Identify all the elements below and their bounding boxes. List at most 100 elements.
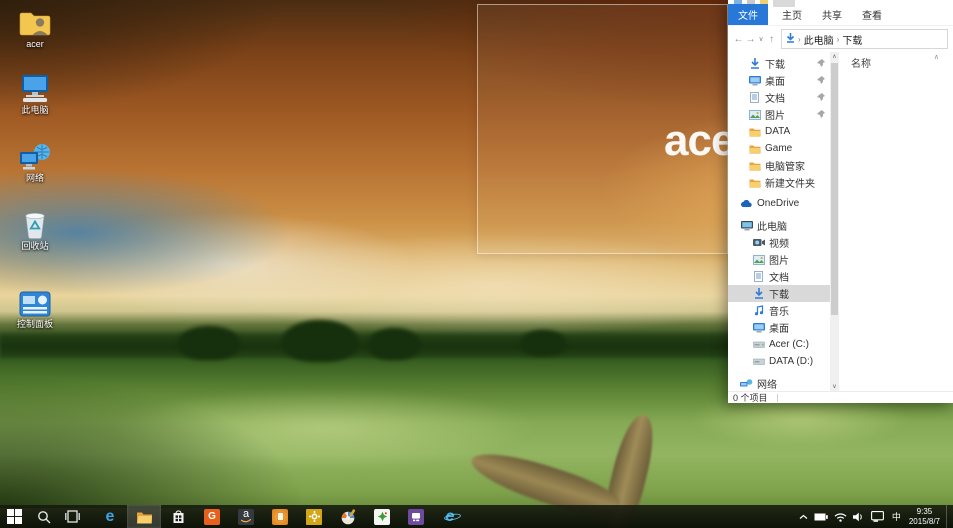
sidebar-item-desktop[interactable]: 桌面 — [728, 319, 830, 336]
taskbar-file-explorer[interactable] — [127, 505, 161, 528]
sidebar-item-pictures[interactable]: 图片 — [728, 251, 830, 268]
sidebar-item-data-folder[interactable]: DATA — [728, 123, 830, 140]
desktop-icon-recycle-bin[interactable]: 回收站 — [2, 208, 68, 252]
document-icon — [748, 92, 761, 103]
wallpaper-tree — [368, 328, 420, 360]
volume-icon[interactable] — [853, 512, 865, 522]
status-bar: 0 个项目 — [728, 391, 953, 403]
sidebar-item-game-folder[interactable]: Game — [728, 140, 830, 157]
wallpaper-tree — [178, 326, 240, 360]
pin-icon — [817, 93, 825, 104]
sidebar-item-documents[interactable]: 文档 — [728, 268, 830, 285]
taskbar-edge[interactable]: e — [93, 505, 127, 528]
sidebar-item-network[interactable]: 网络 — [728, 375, 830, 391]
sidebar-item-drive-d[interactable]: DATA (D:) — [728, 353, 830, 370]
taskbar-paint-app[interactable] — [331, 505, 365, 528]
clock-date: 2015/8/7 — [909, 517, 940, 527]
crumb-separator: › — [837, 35, 840, 44]
sidebar-item-downloads-pinned[interactable]: 下载 — [728, 55, 830, 72]
taskbar-office-app[interactable] — [399, 505, 433, 528]
scroll-down-icon[interactable]: ∨ — [830, 383, 839, 390]
sidebar-item-music[interactable]: 音乐 — [728, 302, 830, 319]
hidden-icons-chevron-icon[interactable] — [799, 514, 808, 520]
sidebar-item-pictures-pinned[interactable]: 图片 — [728, 106, 830, 123]
sidebar-item-documents-pinned[interactable]: 文档 — [728, 89, 830, 106]
desktop-icon-control-panel[interactable]: 控制面板 — [2, 286, 68, 330]
recycle-bin-icon — [2, 208, 68, 240]
taskbar-orange-g-app[interactable]: G — [195, 505, 229, 528]
file-list-pane[interactable]: 名称 ∧ — [839, 52, 953, 391]
sidebar-item-onedrive[interactable]: OneDrive — [728, 195, 830, 212]
sidebar-item-downloads-selected[interactable]: 下载 — [728, 285, 830, 302]
taskbar-internet-explorer[interactable]: e — [433, 505, 467, 528]
items-count: 0 个项目 — [733, 391, 768, 404]
desktop[interactable]: acer acer 此电脑 网络 回收站 控制面板 — [0, 0, 953, 528]
music-note-icon — [752, 305, 765, 316]
tab-view[interactable]: 查看 — [852, 4, 892, 25]
ime-indicator[interactable]: 中 — [890, 509, 903, 524]
paint-palette-icon — [340, 509, 357, 525]
breadcrumb-downloads[interactable]: 下载 — [842, 32, 862, 47]
show-desktop-button[interactable] — [946, 505, 950, 528]
navigation-bar: ← → ∨ ↑ › 此电脑 › 下载 — [728, 26, 953, 52]
task-view-button[interactable] — [58, 505, 87, 528]
desktop-icon-acer[interactable]: acer — [2, 6, 68, 50]
control-panel-icon — [2, 286, 68, 318]
drive-icon — [752, 341, 765, 349]
start-button[interactable] — [0, 505, 29, 528]
desktop-icon — [752, 323, 765, 333]
taskbar: e G a — [0, 505, 953, 528]
scrollbar-thumb[interactable] — [831, 63, 838, 315]
desktop-icon-network[interactable]: 网络 — [2, 140, 68, 184]
network-icon — [2, 140, 68, 172]
taskbar-store[interactable] — [161, 505, 195, 528]
internet-explorer-icon: e — [446, 509, 455, 525]
desktop-icon-this-pc[interactable]: 此电脑 — [2, 72, 68, 116]
sidebar-item-drive-c[interactable]: Acer (C:) — [728, 336, 830, 353]
breadcrumb-this-pc[interactable]: 此电脑 — [804, 32, 834, 47]
sidebar-item-this-pc[interactable]: 此电脑 — [728, 217, 830, 234]
wifi-icon[interactable] — [834, 512, 847, 522]
scroll-up-icon[interactable]: ∧ — [830, 53, 839, 60]
tab-file[interactable]: 文件 — [728, 4, 768, 25]
folder-icon — [748, 178, 761, 188]
file-explorer-window: 文件 主页 共享 查看 ← → ∨ ↑ › 此电脑 › 下载 下载 — [728, 0, 953, 403]
sidebar-item-new-folder[interactable]: 新建文件夹 — [728, 174, 830, 191]
taskbar-security-app[interactable] — [263, 505, 297, 528]
search-button[interactable] — [29, 505, 58, 528]
tab-home[interactable]: 主页 — [772, 4, 812, 25]
forward-icon[interactable]: → — [745, 34, 756, 45]
sidebar-scrollbar[interactable]: ∧ ∨ — [830, 52, 839, 391]
store-icon — [172, 509, 185, 524]
this-pc-icon — [2, 72, 68, 104]
status-divider — [777, 394, 778, 402]
sort-chevron-icon[interactable]: ∧ — [934, 53, 939, 61]
taskbar-settings-app[interactable] — [297, 505, 331, 528]
desktop-icon-label: 网络 — [2, 174, 68, 184]
video-icon — [752, 238, 765, 247]
sidebar-item-videos[interactable]: 视频 — [728, 234, 830, 251]
back-icon[interactable]: ← — [733, 34, 744, 45]
ghost-window-outline — [477, 4, 728, 254]
pin-icon — [817, 76, 825, 87]
task-view-icon — [65, 510, 80, 523]
file-explorer-icon — [136, 510, 153, 524]
battery-icon[interactable] — [814, 513, 828, 521]
edge-icon: e — [106, 509, 115, 525]
sidebar-item-desktop-pinned[interactable]: 桌面 — [728, 72, 830, 89]
amazon-icon: a — [238, 509, 254, 525]
history-chevron-icon[interactable]: ∨ — [757, 35, 765, 43]
action-center-icon[interactable] — [871, 511, 884, 522]
ribbon-tabs: 文件 主页 共享 查看 — [728, 7, 953, 26]
folder-icon — [748, 144, 761, 154]
network-icon — [740, 379, 753, 388]
tab-share[interactable]: 共享 — [812, 4, 852, 25]
sidebar-item-pc-manager-folder[interactable]: 电脑管家 — [728, 157, 830, 174]
taskbar-green-app[interactable] — [365, 505, 399, 528]
settings-gear-icon — [306, 509, 322, 525]
taskbar-clock[interactable]: 9:35 2015/8/7 — [909, 507, 940, 527]
address-bar[interactable]: › 此电脑 › 下载 — [781, 29, 948, 49]
taskbar-amazon[interactable]: a — [229, 505, 263, 528]
up-icon[interactable]: ↑ — [766, 34, 777, 45]
search-icon — [37, 510, 51, 524]
